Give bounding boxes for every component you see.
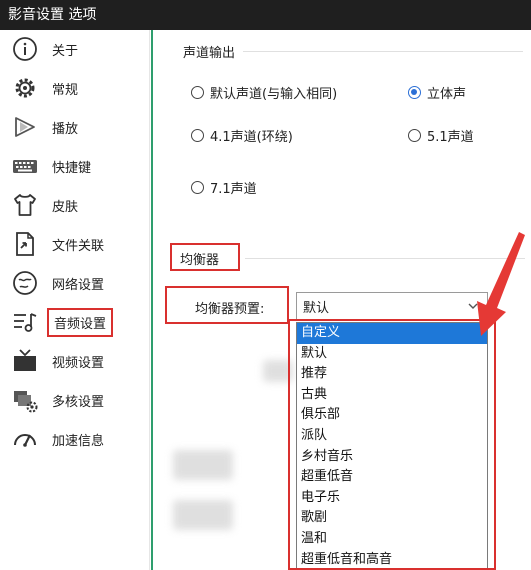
- sidebar-item-label: 文件关联: [52, 238, 105, 254]
- sidebar-item-acceleration[interactable]: 加速信息: [0, 422, 150, 456]
- radio-4-1-channel[interactable]: 4.1声道(环绕): [191, 126, 293, 145]
- sidebar-item-skin[interactable]: 皮肤: [0, 188, 150, 222]
- sidebar-item-general[interactable]: 常规: [0, 71, 150, 105]
- sidebar-item-network[interactable]: 网络设置: [0, 266, 150, 300]
- sidebar-item-playback[interactable]: 播放: [0, 110, 150, 144]
- radio-default-channel[interactable]: 默认声道(与输入相同): [191, 83, 337, 102]
- radio-circle: [408, 86, 421, 99]
- group-divider: [243, 51, 523, 52]
- audio-icon: [10, 307, 40, 337]
- sidebar-item-label: 音频设置: [46, 307, 114, 337]
- sidebar-item-shortcuts[interactable]: 快捷键: [0, 149, 150, 183]
- speedometer-icon: [10, 424, 40, 454]
- audio-settings-panel: 声道输出 默认声道(与输入相同) 立体声 4.1声道(环绕) 5.1声道 7.1…: [153, 30, 531, 570]
- selected-value: 默认: [303, 300, 330, 316]
- file-link-icon: [10, 229, 40, 259]
- channel-output-label: 声道输出: [183, 46, 236, 61]
- blurred-region: [173, 450, 233, 480]
- blurred-region: [173, 500, 233, 530]
- sidebar-item-label: 关于: [52, 43, 79, 59]
- info-icon: [10, 34, 40, 64]
- radio-circle: [191, 129, 204, 142]
- radio-7-1-channel[interactable]: 7.1声道: [191, 178, 257, 197]
- radio-5-1-channel[interactable]: 5.1声道: [408, 126, 474, 145]
- sidebar-item-video[interactable]: 视频设置: [0, 344, 150, 378]
- sidebar-item-label: 快捷键: [52, 160, 92, 176]
- play-icon: [10, 112, 40, 142]
- highlight-box-preset-label: [165, 286, 289, 324]
- sidebar-item-label: 加速信息: [52, 433, 105, 449]
- sidebar-item-audio[interactable]: 音频设置: [0, 305, 150, 339]
- sidebar-item-label: 网络设置: [52, 277, 105, 293]
- window-title: 影音设置 选项: [0, 0, 531, 30]
- keyboard-icon: [10, 151, 40, 181]
- sidebar: 关于 常规 播放 快捷键 皮肤 文件关联 网络设置 音频设置 视频设置 多核设置…: [0, 30, 150, 570]
- radio-circle: [408, 129, 421, 142]
- sidebar-item-file-association[interactable]: 文件关联: [0, 227, 150, 261]
- sidebar-item-label: 多核设置: [52, 394, 105, 410]
- sidebar-item-label: 皮肤: [52, 199, 79, 215]
- multicore-icon: [10, 385, 40, 415]
- tv-icon: [10, 346, 40, 376]
- tshirt-icon: [10, 190, 40, 220]
- radio-stereo[interactable]: 立体声: [408, 83, 466, 102]
- sidebar-item-label: 视频设置: [52, 355, 105, 371]
- sidebar-item-label: 常规: [52, 82, 79, 98]
- sidebar-item-label: 播放: [52, 121, 79, 137]
- red-arrow-icon: [477, 232, 525, 336]
- gear-icon: [10, 73, 40, 103]
- highlight-box-equalizer: [170, 243, 240, 271]
- radio-circle: [191, 181, 204, 194]
- highlight-box-dropdown: [288, 319, 496, 570]
- sidebar-item-multicore[interactable]: 多核设置: [0, 383, 150, 417]
- radio-circle: [191, 86, 204, 99]
- network-icon: [10, 268, 40, 298]
- sidebar-item-about[interactable]: 关于: [0, 32, 150, 66]
